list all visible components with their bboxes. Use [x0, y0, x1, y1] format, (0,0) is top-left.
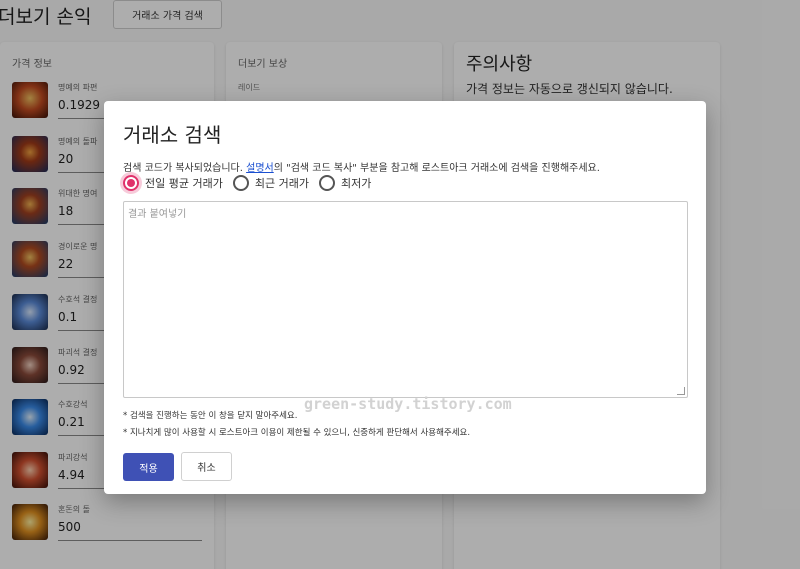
note-text: * 검색을 진행하는 동안 이 창을 닫지 말아주세요.: [123, 411, 298, 421]
resize-handle-icon[interactable]: [677, 387, 685, 395]
desc-text-before: 검색 코드가 복사되었습니다.: [123, 163, 247, 174]
dialog-title: 거래소 검색: [123, 123, 222, 147]
radio-label: 최근 거래가: [254, 177, 309, 190]
textarea-placeholder: 결과 붙여넣기: [128, 209, 187, 220]
market-search-dialog: 거래소 검색 검색 코드가 복사되었습니다. 설명서의 "검색 코드 복사" 부…: [104, 101, 706, 494]
apply-button[interactable]: 적용: [123, 453, 174, 481]
result-paste-textarea[interactable]: 결과 붙여넣기 green-study.tistory.com: [123, 201, 688, 413]
radio-recent-price[interactable]: 최근 거래가: [232, 175, 309, 191]
dialog-description: 검색 코드가 복사되었습니다. 설명서의 "검색 코드 복사" 부분을 참고해 …: [123, 159, 600, 174]
radio-prev-day-avg[interactable]: 전일 평균 거래가: [123, 175, 223, 191]
desc-text-after: 의 "검색 코드 복사" 부분을 참고해 로스트아크 거래소에 검색을 진행해주…: [273, 163, 600, 174]
radio-label: 최저가: [340, 177, 372, 190]
note-text: * 지나치게 많이 사용할 시 로스트아크 이용이 제한될 수 있으니, 신중하…: [123, 428, 471, 438]
price-type-radio-group: 전일 평균 거래가 최근 거래가 최저가: [123, 174, 381, 192]
radio-unchecked-icon: [232, 175, 249, 191]
manual-link[interactable]: 설명서: [246, 163, 274, 174]
watermark-text: green-study.tistory.com: [304, 395, 512, 413]
radio-lowest-price[interactable]: 최저가: [318, 175, 372, 191]
radio-label: 전일 평균 거래가: [145, 177, 223, 190]
radio-checked-icon: [123, 175, 139, 191]
radio-unchecked-icon: [318, 175, 335, 191]
cancel-button[interactable]: 취소: [181, 452, 232, 481]
